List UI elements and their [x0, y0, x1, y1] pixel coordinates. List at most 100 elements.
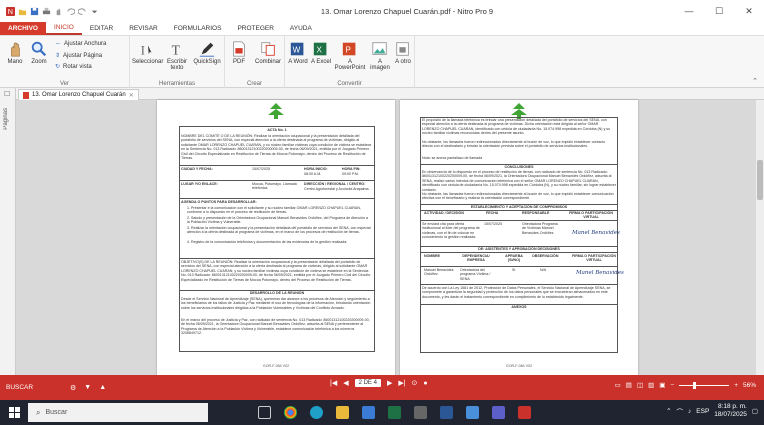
- tab-revisar[interactable]: REVISAR: [121, 22, 166, 35]
- clock[interactable]: 8:18 p. m. 18/07/2025: [714, 403, 747, 419]
- tab-inicio[interactable]: INICIO: [45, 22, 82, 35]
- file-explorer-icon[interactable]: [336, 406, 349, 419]
- tab-archivo[interactable]: ARCHIVO: [0, 22, 46, 35]
- next-page-icon[interactable]: ▶: [387, 379, 392, 387]
- maximize-button[interactable]: ☐: [704, 6, 734, 17]
- ribbon-tabs: ARCHIVO INICIO EDITAR REVISAR FORMULARIO…: [0, 22, 764, 36]
- open-folder-icon[interactable]: [18, 7, 27, 16]
- start-button[interactable]: [0, 400, 28, 425]
- tab-formularios[interactable]: FORMULARIOS: [166, 22, 230, 35]
- intro-text: El propósito de la llamada telefónica es…: [422, 118, 611, 136]
- save-icon[interactable]: [30, 7, 39, 16]
- close-tab-icon[interactable]: ✕: [129, 92, 134, 99]
- notifications-icon[interactable]: ▢: [752, 407, 758, 415]
- convert-image-button[interactable]: A imagen: [368, 40, 392, 71]
- continuous-view-icon[interactable]: ▤: [626, 381, 632, 389]
- pdf-page-1: ACTA No. 1 NOMBRE DEL COMITÉ O DE LA REU…: [157, 100, 395, 376]
- page-number-field[interactable]: 2 DE 4: [354, 379, 381, 387]
- search-up-icon[interactable]: ▲: [99, 384, 106, 392]
- clock-time: 8:18 p. m.: [717, 403, 747, 410]
- hora-inicio-value: 08:00 A.M.: [304, 172, 322, 176]
- convert-powerpoint-button[interactable]: P A PowerPoint: [333, 40, 367, 71]
- combinar-button[interactable]: Combinar: [253, 40, 283, 65]
- vertical-scrollbar[interactable]: [756, 100, 764, 375]
- print-icon[interactable]: [42, 7, 51, 16]
- zoom-button[interactable]: Zoom: [28, 40, 50, 65]
- search-down-icon[interactable]: ▼: [84, 384, 91, 392]
- facing-view-icon[interactable]: ◫: [637, 381, 643, 389]
- status-bar: BUSCAR ⚙ ▼ ▲ |◀ ◀ 2 DE 4 ▶ ▶| ⊙ ● ▭ ▤ ◫ …: [0, 375, 764, 400]
- convert-other-button[interactable]: A otro: [392, 40, 414, 65]
- mano-button[interactable]: Mano: [4, 40, 26, 65]
- undo-icon[interactable]: [66, 7, 75, 16]
- asistentes-title: DE: ASISTENTES Y APROBACIÓN DECISIONES: [478, 247, 560, 251]
- prev-page-icon[interactable]: ◀: [343, 379, 348, 387]
- asistentes-header: APRUEBA (SI/NO): [505, 254, 523, 263]
- edge-icon[interactable]: [310, 406, 323, 419]
- collapse-ribbon-icon[interactable]: ⌃: [752, 77, 758, 85]
- ajustar-anchura-button[interactable]: ⇔ Ajustar Anchura: [55, 41, 106, 47]
- customize-qat-icon[interactable]: [90, 7, 99, 16]
- window-controls: — ☐ ✕: [654, 6, 764, 17]
- zoom-level[interactable]: 56%: [743, 382, 756, 389]
- divider: [179, 180, 375, 181]
- asistentes-header: OBSERVACIÓN: [532, 254, 559, 258]
- combine-icon: [261, 42, 275, 56]
- facing-continuous-view-icon[interactable]: ▥: [648, 381, 654, 389]
- rotar-vista-button[interactable]: ↻ Rotar vista: [55, 63, 92, 71]
- convert-word-button[interactable]: W A Word: [287, 40, 309, 65]
- redo-icon[interactable]: [78, 7, 87, 16]
- photos-icon[interactable]: [466, 406, 479, 419]
- zoom-slider-handle[interactable]: [693, 381, 697, 389]
- desarrollo-title: DESARROLLO DE LA REUNIÓN: [249, 291, 305, 295]
- taskbar-search[interactable]: ⌕ Buscar: [28, 403, 208, 422]
- group-crear: PDF Combinar Crear: [225, 36, 285, 88]
- seleccionar-button[interactable]: I Seleccionar: [132, 40, 163, 65]
- onedrive-icon[interactable]: [414, 406, 427, 419]
- document-tab[interactable]: 13. Omar Lorenzo Chapuel Cuarán ✕: [18, 89, 139, 100]
- hand-tool-icon[interactable]: [54, 7, 63, 16]
- network-icon[interactable]: ⌒: [677, 406, 684, 416]
- panel-toggle-icon[interactable]: ☐: [4, 90, 10, 98]
- pdf-create-button[interactable]: PDF: [227, 40, 251, 65]
- escribir-texto-button[interactable]: T Escribir texto: [163, 40, 191, 71]
- play-icon[interactable]: ⊙: [412, 379, 418, 387]
- legal-text: De acuerdo con La Ley 1581 de 2012, Prot…: [422, 286, 611, 299]
- fit-view-icon[interactable]: ▣: [659, 381, 665, 389]
- chrome-icon[interactable]: [284, 406, 297, 419]
- tab-ayuda[interactable]: AYUDA: [282, 22, 320, 35]
- nitro-taskbar-icon[interactable]: [518, 406, 531, 419]
- language-indicator[interactable]: ESP: [696, 408, 709, 415]
- ciudad-fecha-value: 15/07/2025: [252, 167, 270, 171]
- teams-icon[interactable]: [492, 406, 505, 419]
- pages-panel-label[interactable]: Páginas: [3, 108, 9, 130]
- compromisos-header: FECHA: [486, 211, 499, 215]
- zoom-in-icon[interactable]: +: [734, 382, 738, 389]
- minimize-button[interactable]: —: [674, 6, 704, 17]
- scrollbar-thumb[interactable]: [757, 160, 763, 200]
- convert-excel-button[interactable]: X A Excel: [310, 40, 332, 65]
- group-crear-label: Crear: [246, 81, 262, 87]
- excel-taskbar-icon[interactable]: [388, 406, 401, 419]
- word-taskbar-icon[interactable]: [440, 406, 453, 419]
- ajustar-pagina-button[interactable]: ⇕ Ajustar Página: [55, 52, 102, 60]
- tab-proteger[interactable]: PROTEGER: [229, 22, 281, 35]
- zoom-out-icon[interactable]: −: [670, 382, 674, 389]
- close-button[interactable]: ✕: [734, 6, 764, 17]
- search-options-icon[interactable]: ⚙: [70, 384, 76, 392]
- quicksign-button[interactable]: QuickSign: [192, 40, 222, 65]
- task-view-icon[interactable]: [258, 406, 271, 419]
- store-icon[interactable]: [362, 406, 375, 419]
- buscar-label[interactable]: BUSCAR: [0, 384, 60, 391]
- zoom-slider[interactable]: [679, 381, 730, 389]
- last-page-icon[interactable]: ▶|: [398, 379, 405, 387]
- volume-icon[interactable]: ♪: [688, 408, 691, 415]
- excel-icon: X: [313, 42, 327, 56]
- tab-editar[interactable]: EDITAR: [82, 22, 121, 35]
- single-page-view-icon[interactable]: ▭: [615, 381, 621, 389]
- record-icon[interactable]: ●: [423, 380, 427, 387]
- nitro-logo-icon: N: [6, 6, 15, 16]
- first-page-icon[interactable]: |◀: [330, 379, 337, 387]
- tray-overflow-icon[interactable]: ⌃: [666, 407, 671, 415]
- group-ver: Mano Zoom ⇔ Ajustar Anchura ⇕ Ajustar Pági…: [0, 36, 130, 88]
